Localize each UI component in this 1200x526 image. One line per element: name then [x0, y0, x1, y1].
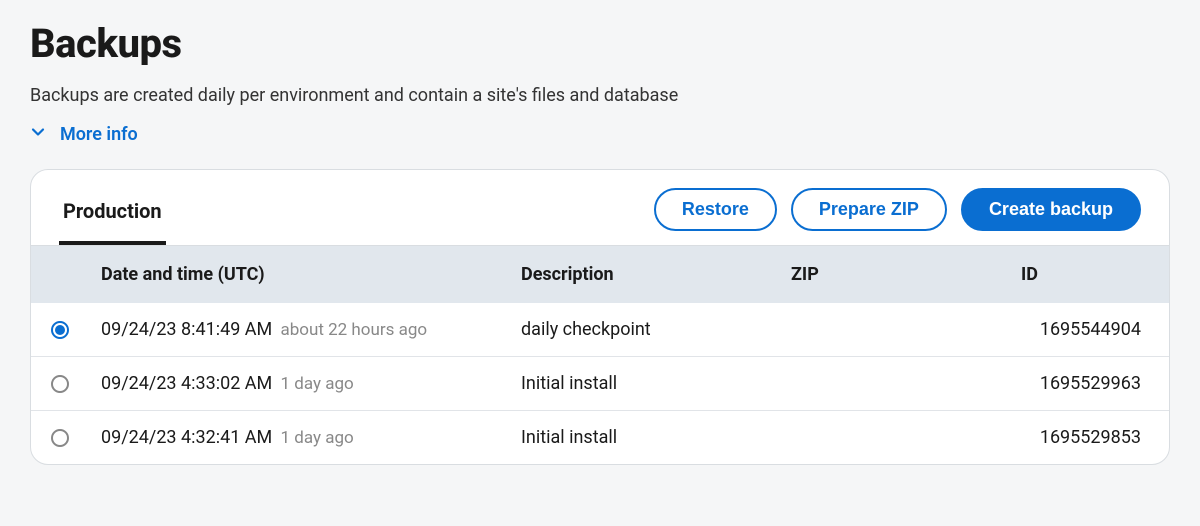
column-header-date: Date and time (UTC): [89, 246, 509, 303]
row-select-cell: [31, 411, 89, 465]
chevron-down-icon: [30, 124, 46, 145]
column-header-description: Description: [509, 246, 779, 303]
row-radio[interactable]: [51, 429, 69, 447]
row-select-cell: [31, 357, 89, 411]
card-header: Production Restore Prepare ZIP Create ba…: [31, 170, 1169, 246]
row-datetime: 09/24/23 4:33:02 AM: [101, 373, 272, 394]
row-datetime: 09/24/23 8:41:49 AM: [101, 319, 272, 340]
restore-button[interactable]: Restore: [654, 188, 777, 231]
column-header-id: ID: [1009, 246, 1169, 303]
column-header-select: [31, 246, 89, 303]
row-zip: [779, 303, 1009, 357]
row-select-cell: [31, 303, 89, 357]
page-title: Backups: [30, 20, 1170, 67]
row-relative-time: 1 day ago: [276, 374, 353, 394]
column-header-zip: ZIP: [779, 246, 1009, 303]
row-description: Initial install: [509, 357, 779, 411]
row-zip: [779, 411, 1009, 465]
table-row[interactable]: 09/24/23 4:32:41 AM 1 day agoInitial ins…: [31, 411, 1169, 465]
row-description: daily checkpoint: [509, 303, 779, 357]
table-row[interactable]: 09/24/23 4:33:02 AM 1 day agoInitial ins…: [31, 357, 1169, 411]
row-id: 1695529853: [1009, 411, 1169, 465]
row-radio[interactable]: [51, 321, 69, 339]
table-header-row: Date and time (UTC) Description ZIP ID: [31, 246, 1169, 303]
row-datetime-cell: 09/24/23 4:32:41 AM 1 day ago: [89, 411, 509, 465]
row-id: 1695529963: [1009, 357, 1169, 411]
row-datetime: 09/24/23 4:32:41 AM: [101, 427, 272, 448]
table-row[interactable]: 09/24/23 8:41:49 AM about 22 hours agoda…: [31, 303, 1169, 357]
row-zip: [779, 357, 1009, 411]
tabs: Production: [59, 189, 166, 245]
backups-table: Date and time (UTC) Description ZIP ID 0…: [31, 246, 1169, 464]
row-datetime-cell: 09/24/23 8:41:49 AM about 22 hours ago: [89, 303, 509, 357]
page-description: Backups are created daily per environmen…: [30, 85, 1170, 106]
row-relative-time: about 22 hours ago: [276, 320, 427, 340]
more-info-label: More info: [60, 124, 138, 145]
create-backup-button[interactable]: Create backup: [961, 188, 1141, 231]
actions: Restore Prepare ZIP Create backup: [654, 188, 1141, 245]
row-description: Initial install: [509, 411, 779, 465]
row-id: 1695544904: [1009, 303, 1169, 357]
prepare-zip-button[interactable]: Prepare ZIP: [791, 188, 947, 231]
row-relative-time: 1 day ago: [276, 428, 353, 448]
tab-production[interactable]: Production: [59, 189, 166, 245]
more-info-toggle[interactable]: More info: [30, 124, 138, 145]
row-radio[interactable]: [51, 375, 69, 393]
backups-card: Production Restore Prepare ZIP Create ba…: [30, 169, 1170, 465]
row-datetime-cell: 09/24/23 4:33:02 AM 1 day ago: [89, 357, 509, 411]
